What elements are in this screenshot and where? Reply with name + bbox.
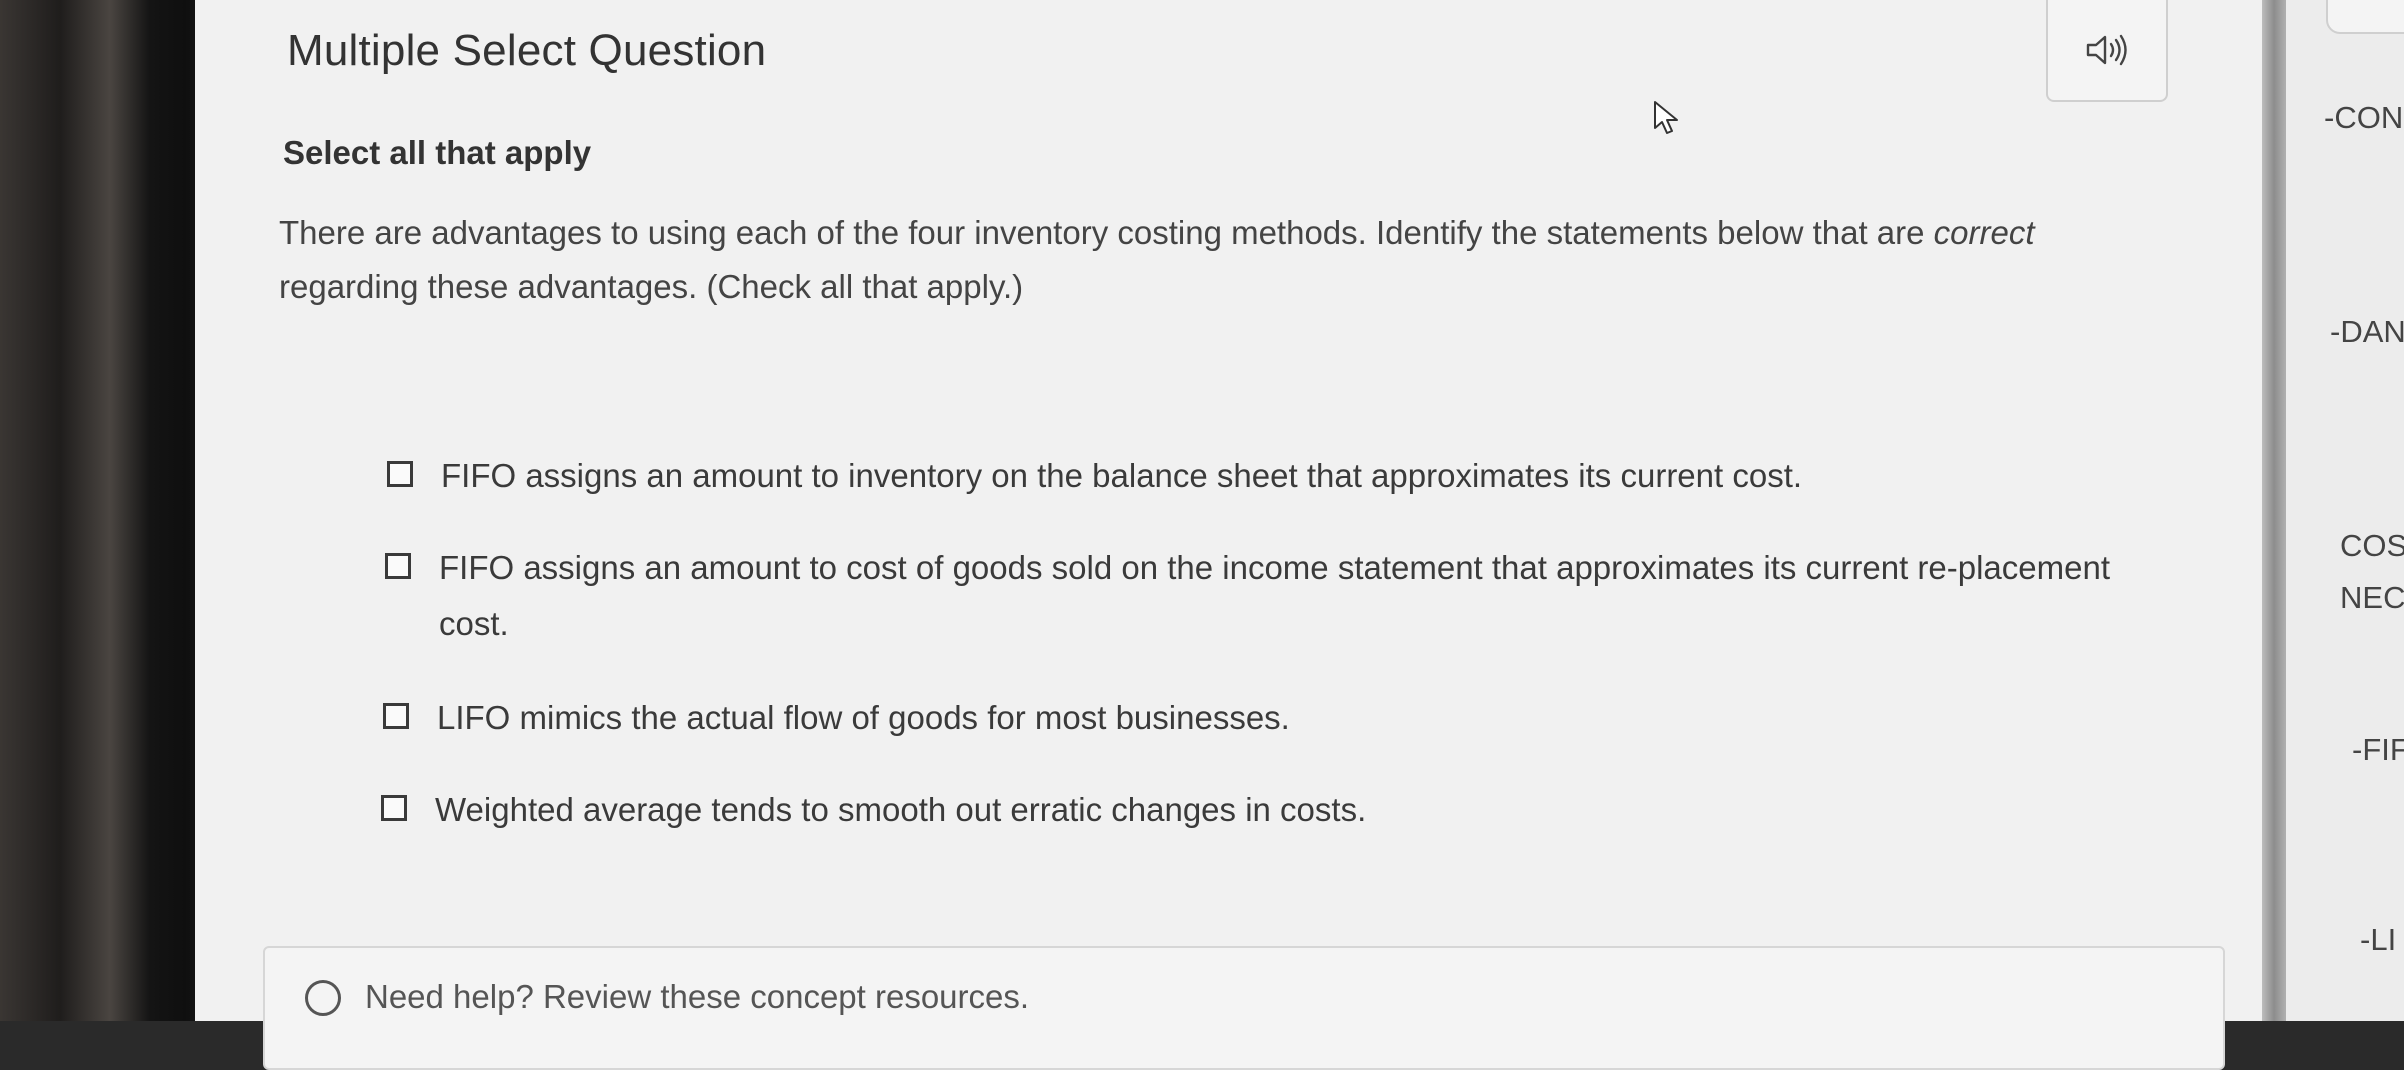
answer-option-2[interactable]: FIFO assigns an amount to cost of goods … [385,540,2145,652]
checkbox[interactable] [385,553,411,579]
option-label: FIFO assigns an amount to inventory on t… [441,457,1803,494]
screen: Multiple Select Question Select all that… [195,0,2285,1070]
speaker-icon [2086,34,2127,66]
option-label: LIFO mimics the actual flow of goods for… [437,699,1290,736]
prompt-emphasis: correct [1933,214,2035,251]
side-item[interactable]: -FIF [2352,732,2404,768]
read-aloud-button[interactable] [2046,0,2168,102]
mouse-pointer-icon [1654,101,1678,134]
help-link[interactable]: Need help? Review these concept resource… [365,978,1029,1016]
side-item[interactable]: -LI [2360,922,2396,958]
side-item[interactable]: -DAN [2330,314,2404,350]
checkbox[interactable] [381,795,407,821]
side-panel-button[interactable] [2326,0,2404,34]
checkbox[interactable] [387,461,413,487]
side-item[interactable]: NEC [2340,580,2404,616]
side-item[interactable]: COS [2340,528,2404,564]
option-label: Weighted average tends to smooth out err… [435,791,1367,828]
question-type-title: Multiple Select Question [287,26,767,75]
help-resources-box[interactable]: Need help? Review these concept resource… [263,946,2225,1070]
panel-divider[interactable] [2262,0,2286,1021]
question-prompt: There are advantages to using each of th… [279,206,2109,314]
answer-option-4[interactable]: Weighted average tends to smooth out err… [381,782,2181,838]
prompt-text: There are advantages to using each of th… [279,214,1925,251]
help-circle-icon [305,980,341,1016]
checkbox[interactable] [383,703,409,729]
question-panel: Multiple Select Question Select all that… [195,0,2275,1070]
side-item[interactable]: -CON [2324,100,2403,136]
side-panel: -CON -DAN COS NEC -FIF -LI [2286,0,2404,1021]
prompt-text-end: regarding these advantages. (Check all t… [279,268,1024,305]
answer-option-1[interactable]: FIFO assigns an amount to inventory on t… [387,448,2187,504]
option-label: FIFO assigns an amount to cost of goods … [439,549,2110,642]
instruction-text: Select all that apply [283,134,592,171]
answer-option-3[interactable]: LIFO mimics the actual flow of goods for… [383,690,2183,746]
